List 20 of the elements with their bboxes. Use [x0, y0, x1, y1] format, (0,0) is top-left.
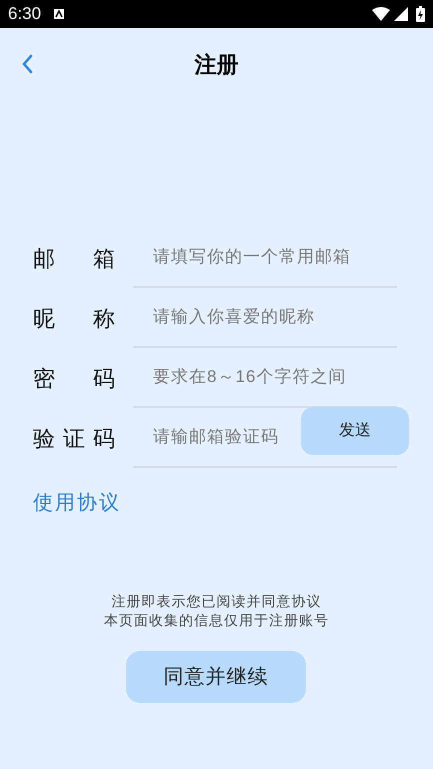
input-field[interactable]: 请输邮箱验证码 — [133, 424, 299, 450]
send-code-button[interactable]: 发送 — [301, 407, 409, 455]
input-field[interactable]: 要求在8～16个字符之间 — [133, 364, 397, 390]
battery-icon — [416, 6, 425, 22]
notification-icon — [53, 8, 66, 20]
status-time: 6:30 — [8, 3, 42, 26]
agree-continue-button[interactable]: 同意并继续 — [126, 651, 306, 703]
field-label: 密码 — [33, 364, 115, 392]
notice-text: 注册即表示您已阅读并同意协议 — [112, 592, 322, 611]
field-label: 昵称 — [33, 304, 115, 332]
agreement-link[interactable]: 使用协议 — [33, 492, 121, 514]
back-icon — [21, 54, 33, 74]
field-label: 邮箱 — [33, 244, 115, 272]
input-field[interactable]: 请输入你喜爱的昵称 — [133, 304, 397, 330]
page-title: 注册 — [194, 50, 238, 78]
input-field[interactable]: 请填写你的一个常用邮箱 — [133, 244, 397, 270]
notice-text: 本页面收集的信息仅用于注册账号 — [104, 611, 329, 630]
field-label: 验证码 — [33, 424, 115, 452]
wifi-icon — [372, 7, 390, 21]
signal-icon — [394, 7, 408, 21]
